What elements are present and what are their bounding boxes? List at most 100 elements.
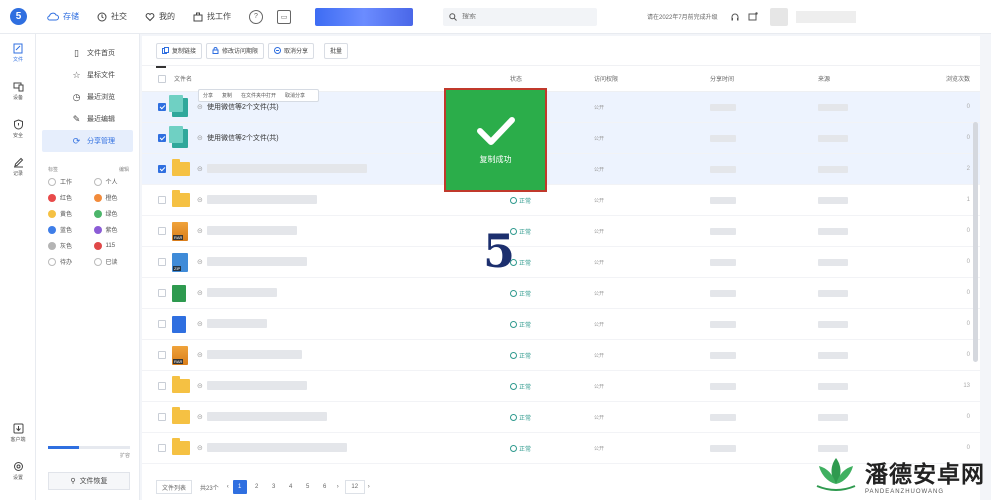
col-status[interactable]: 状态 (510, 74, 522, 83)
next-page-icon[interactable]: › (337, 484, 339, 490)
notice-text[interactable]: 请在2022年7月前完成升级 (647, 12, 718, 21)
user-name-blurred[interactable] (795, 10, 856, 23)
file-name[interactable]: 使用微信等2个文件(共) (207, 133, 279, 143)
table-row[interactable]: ⊝ 正常 公开 0 (142, 309, 980, 340)
page-number[interactable]: 6 (318, 480, 332, 494)
rail-item-device[interactable]: 设备 (0, 72, 36, 110)
tag-item[interactable]: 待办 (48, 257, 94, 266)
file-name[interactable] (207, 256, 307, 268)
storage-expand-link[interactable]: 扩容 (120, 452, 130, 459)
row-checkbox[interactable] (158, 258, 166, 266)
side-item-share[interactable]: ⟳ 分享管理 (42, 130, 133, 152)
file-name[interactable] (207, 225, 297, 237)
table-row[interactable]: ⊝ 正常 公开 0 (142, 402, 980, 433)
page-number[interactable]: 1 (232, 480, 247, 494)
row-checkbox[interactable] (158, 351, 166, 359)
rail-item-security[interactable]: 安全 (0, 110, 36, 148)
side-item-recent[interactable]: ◷ 最近浏览 (42, 86, 133, 108)
page-number[interactable]: 2 (250, 480, 264, 494)
file-name[interactable]: 使用微信等2个文件(共) (207, 102, 279, 112)
row-checkbox[interactable] (158, 413, 166, 421)
page-number[interactable]: 3 (267, 480, 281, 494)
promo-banner[interactable] (315, 7, 413, 26)
tag-item[interactable]: 紫色 (93, 225, 140, 234)
nav-jobs[interactable]: 找工作 (193, 11, 231, 22)
message-icon[interactable]: ▭ (277, 9, 291, 24)
rail-item-settings[interactable]: 设置 (0, 452, 36, 490)
side-item-starred[interactable]: ☆ 星标文件 (42, 64, 133, 86)
row-action-cancel-share[interactable]: 取消分享 (285, 92, 305, 99)
table-row[interactable]: ⊝ 使用微信等2个文件(共) 公开 0 (142, 123, 980, 154)
rail-item-notes[interactable]: 记录 (0, 148, 36, 186)
tag-item[interactable]: 黄色 (48, 209, 94, 218)
row-checkbox[interactable] (158, 103, 166, 111)
nav-mine[interactable]: 我的 (145, 11, 175, 22)
row-action-copy[interactable]: 复制 (222, 92, 232, 99)
row-checkbox[interactable] (158, 444, 166, 452)
nav-storage[interactable]: 存储 (47, 11, 79, 22)
table-row[interactable]: ⊝ 正常 公开 1 (142, 185, 980, 216)
tag-item[interactable]: 橙色 (93, 193, 140, 202)
row-checkbox[interactable] (158, 165, 166, 173)
app-logo[interactable]: 5 (10, 8, 27, 25)
jump-arrow-icon[interactable]: › (368, 484, 370, 490)
nav-social[interactable]: 社交 (97, 11, 127, 22)
file-name[interactable] (207, 349, 302, 361)
row-checkbox[interactable] (158, 382, 166, 390)
tag-item[interactable]: 115 (93, 241, 140, 250)
table-row[interactable]: RAR ⊝ 正常 公开 0 (142, 216, 980, 247)
col-views[interactable]: 浏览次数 (946, 74, 970, 83)
file-name[interactable] (207, 318, 267, 330)
search-box[interactable] (443, 7, 597, 26)
file-name[interactable] (207, 287, 277, 299)
table-row[interactable]: RAR ⊝ 正常 公开 0 (142, 340, 980, 371)
table-row[interactable]: ⊝ 正常 公开 13 (142, 371, 980, 402)
tags-edit-link[interactable]: 编辑 (119, 166, 129, 173)
row-checkbox[interactable] (158, 196, 166, 204)
row-action-open-folder[interactable]: 在文件夹中打开 (241, 92, 276, 99)
tag-item[interactable]: 个人 (93, 177, 140, 186)
file-name[interactable] (207, 442, 347, 454)
page-number[interactable]: 4 (284, 480, 298, 494)
tag-item[interactable]: 绿色 (93, 209, 140, 218)
prev-page-icon[interactable]: ‹ (227, 484, 229, 490)
row-checkbox[interactable] (158, 227, 166, 235)
scrollbar[interactable] (973, 122, 978, 362)
copy-link-button[interactable]: 复制链接 (156, 42, 203, 59)
table-row[interactable]: ZIP ⊝ 正常 公开 0 (142, 247, 980, 278)
file-name[interactable] (207, 411, 327, 423)
col-share-time[interactable]: 分享时间 (710, 74, 734, 83)
select-all-checkbox[interactable] (158, 74, 166, 83)
table-row[interactable]: ⊝ 公开 2 (142, 154, 980, 185)
search-input[interactable] (462, 13, 582, 20)
tag-item[interactable]: 工作 (48, 177, 94, 186)
page-number[interactable]: 5 (301, 480, 315, 494)
avatar[interactable] (769, 7, 788, 26)
file-name[interactable] (207, 194, 317, 206)
restore-button[interactable]: ⚲ 文件恢复 (48, 472, 130, 490)
side-item-edited[interactable]: ✎ 最近编辑 (42, 108, 133, 130)
file-name[interactable] (207, 380, 307, 392)
row-action-share[interactable]: 分享 (203, 92, 213, 99)
col-source[interactable]: 来源 (818, 74, 830, 83)
table-row[interactable]: ⊝ 正常 公开 0 (142, 278, 980, 309)
side-item-home[interactable]: ▯ 文件首页 (42, 42, 133, 64)
feedback-icon[interactable] (748, 11, 758, 22)
tag-item[interactable]: 已读 (93, 257, 140, 266)
help-icon[interactable]: ? (249, 9, 263, 24)
row-checkbox[interactable] (158, 289, 166, 297)
change-expiry-button[interactable]: 修改访问期限 (206, 42, 265, 59)
cancel-share-button[interactable]: 取消分享 (268, 42, 315, 59)
page-jump-input[interactable]: 12 (344, 480, 365, 494)
batch-button[interactable]: 批量 (324, 42, 349, 59)
tag-item[interactable]: 蓝色 (48, 225, 94, 234)
headset-icon[interactable] (730, 12, 740, 22)
rail-item-client[interactable]: 客户端 (0, 414, 36, 452)
col-name[interactable]: 文件名 (174, 74, 192, 83)
page-size-select[interactable]: 文件列表 (156, 480, 193, 494)
row-checkbox[interactable] (158, 320, 166, 328)
tag-item[interactable]: 灰色 (48, 241, 94, 250)
col-permission[interactable]: 访问权限 (594, 74, 618, 83)
tag-item[interactable]: 红色 (48, 193, 94, 202)
rail-item-files[interactable]: 文件 (0, 34, 36, 72)
